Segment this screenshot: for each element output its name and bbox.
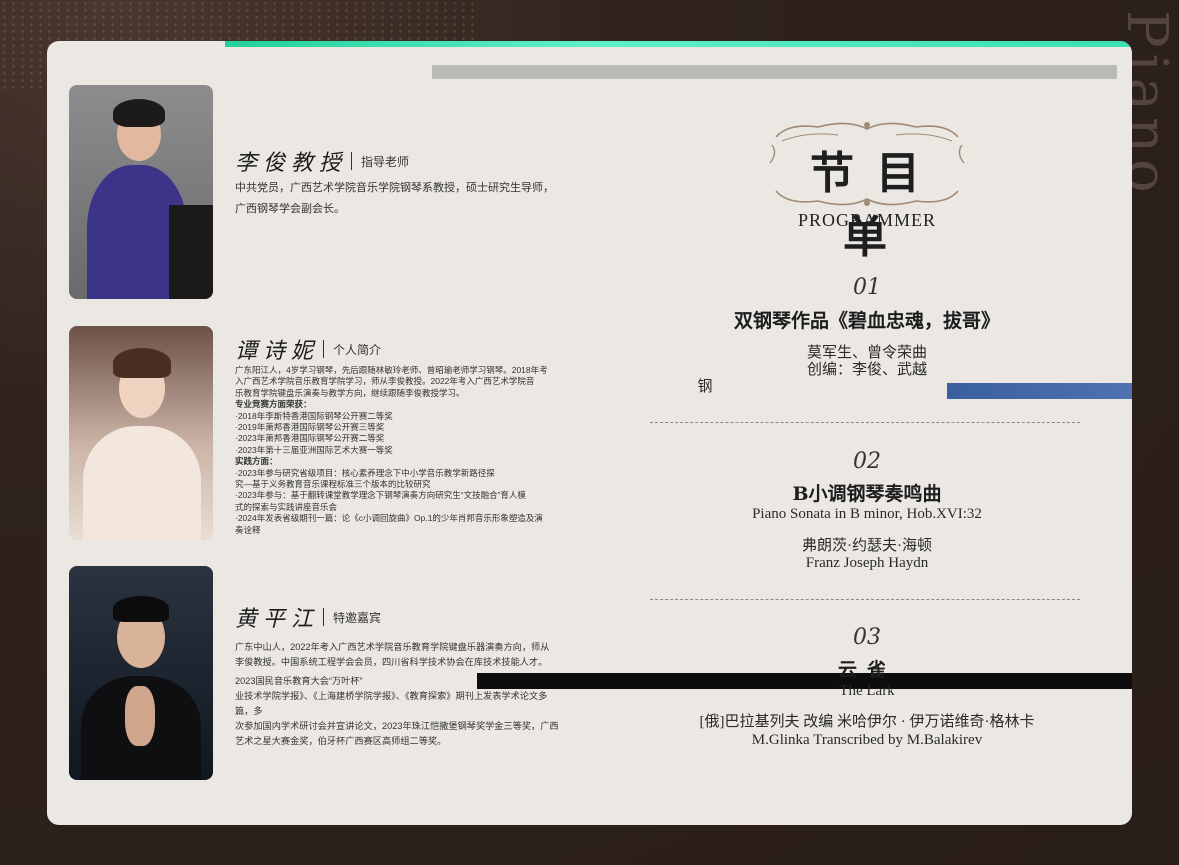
item-line: Franz Joseph Haydn: [805, 555, 929, 571]
glitch-band: [432, 65, 1117, 79]
bio-line: 奏诠释: [235, 524, 261, 535]
divider: [351, 152, 353, 170]
section-divider: [650, 422, 1080, 423]
bio-line: 广东阳江人，4岁学习钢琴，先后跟随林敏玲老师、曾昭瑜老师学习钢琴。2018年考: [235, 365, 548, 375]
person-role: 特邀嘉宾: [333, 610, 382, 625]
bio-line: ·2023年第十三届亚洲国际艺术大赛一等奖: [235, 444, 393, 455]
bio-line: 业技术学院学报》、《上海建桥学院学报》、《教育探索》期刊上发表学术论文多篇，多: [235, 691, 548, 716]
person-name: 黄平江: [235, 607, 320, 632]
divider: [323, 340, 325, 358]
program-title-block: 节目单 PROGRAMMER: [768, 119, 966, 263]
item-line: [俄]巴拉基列夫 改编 米哈伊尔 · 伊万诺维奇·格林卡: [699, 714, 1035, 730]
bio-line: 中共党员，广西艺术学院音乐学院钢琴系教授，硕士研究生导师，: [235, 182, 554, 194]
item-line: 创编：李俊、武越: [806, 362, 927, 378]
bio-line: 广东中山人，2022年考入广西艺术学院音乐教育学院键盘乐器演奏方向，师从: [235, 642, 550, 652]
person-bio: 广东中山人，2022年考入广西艺术学院音乐教育学院键盘乐器演奏方向，师从 李俊教…: [235, 640, 565, 749]
bio-heading: 实践方面：: [235, 456, 278, 467]
item-line: 弗朗茨·约瑟夫·海顿: [802, 538, 932, 554]
program-card: 李俊教授 指导老师 中共党员，广西艺术学院音乐学院钢琴系教授，硕士研究生导师， …: [47, 41, 1132, 825]
bio-line: 次参加国内学术研讨会并宣讲论文，2023年珠江恺撒堡钢琴奖学金三等奖，广西: [235, 721, 559, 731]
item-number: 03: [853, 625, 881, 650]
bio-line: 2023国民音乐教育大会“万叶杯”: [235, 676, 363, 686]
bio-heading: 专业竞赛方面荣获：: [235, 399, 312, 410]
person-name: 李俊教授: [235, 151, 348, 176]
item-title: 云雀: [837, 659, 896, 681]
bio-line: ·2023年参与：基于翻转课堂教学理念下钢琴演奏方向研究生“文技融合”育人模: [235, 490, 526, 501]
bio-line: ·2018年李斯特香港国际钢琴公开赛二等奖: [235, 410, 393, 421]
item-title: 双钢琴作品《碧血忠魂，拔哥》: [733, 310, 1000, 332]
item-number: 02: [853, 449, 881, 474]
bio-line: ·2019年萧邦香港国际钢琴公开赛三等奖: [235, 422, 385, 433]
bio-line: ·2023年萧邦香港国际钢琴公开赛二等奖: [235, 433, 385, 444]
glitch-band: [947, 383, 1132, 399]
bio-line: 究—基于义务教育音乐课程标准三个版本的比较研究: [235, 479, 431, 490]
item-line: 钢: [697, 379, 713, 395]
program-subtitle: PROGRAMMER: [797, 210, 937, 230]
program-title: 节目单: [810, 148, 942, 263]
item-line: 莫军生、曾令荣曲: [806, 345, 927, 361]
item-line: M.Glinka Transcribed by M.Balakirev: [751, 732, 983, 748]
item-line: The Lark: [839, 683, 895, 699]
person-name: 谭诗妮: [235, 339, 320, 364]
section-divider: [650, 599, 1080, 600]
bio-line: 李俊教授。中国系统工程学会会员，四川省科学技术协会在库技术技能人才。: [235, 657, 548, 667]
item-line: Piano Sonata in B minor, Hob.XVI:32: [752, 506, 982, 522]
bio-line: 式的探索与实践讲座音乐会: [235, 501, 338, 512]
portrait-photo: [69, 566, 213, 780]
bio-line: ·2024年发表省级期刊一篇：论《c小调回旋曲》Op.1的少年肖邦音乐形象塑造及…: [235, 513, 543, 524]
bio-line: 艺术之星大赛金奖，伯牙杯广西赛区高师组二等奖。: [235, 736, 447, 746]
bio-line: 广西钢琴学会副会长。: [235, 203, 345, 215]
item-number: 01: [853, 275, 881, 300]
portrait-photo: [69, 326, 213, 540]
item-title: B小调钢琴奏鸣曲: [792, 483, 942, 505]
person-role: 指导老师: [361, 154, 410, 169]
bio-line: ·2023年参与研究省级项目：核心素养理念下中小学音乐教学新路径探: [235, 467, 495, 478]
person-bio: 中共党员，广西艺术学院音乐学院钢琴系教授，硕士研究生导师， 广西钢琴学会副会长。: [235, 178, 555, 220]
person-role: 个人简介: [333, 342, 382, 357]
portrait-photo: [69, 85, 213, 299]
divider: [323, 608, 325, 626]
glitch-band: [225, 41, 1132, 47]
